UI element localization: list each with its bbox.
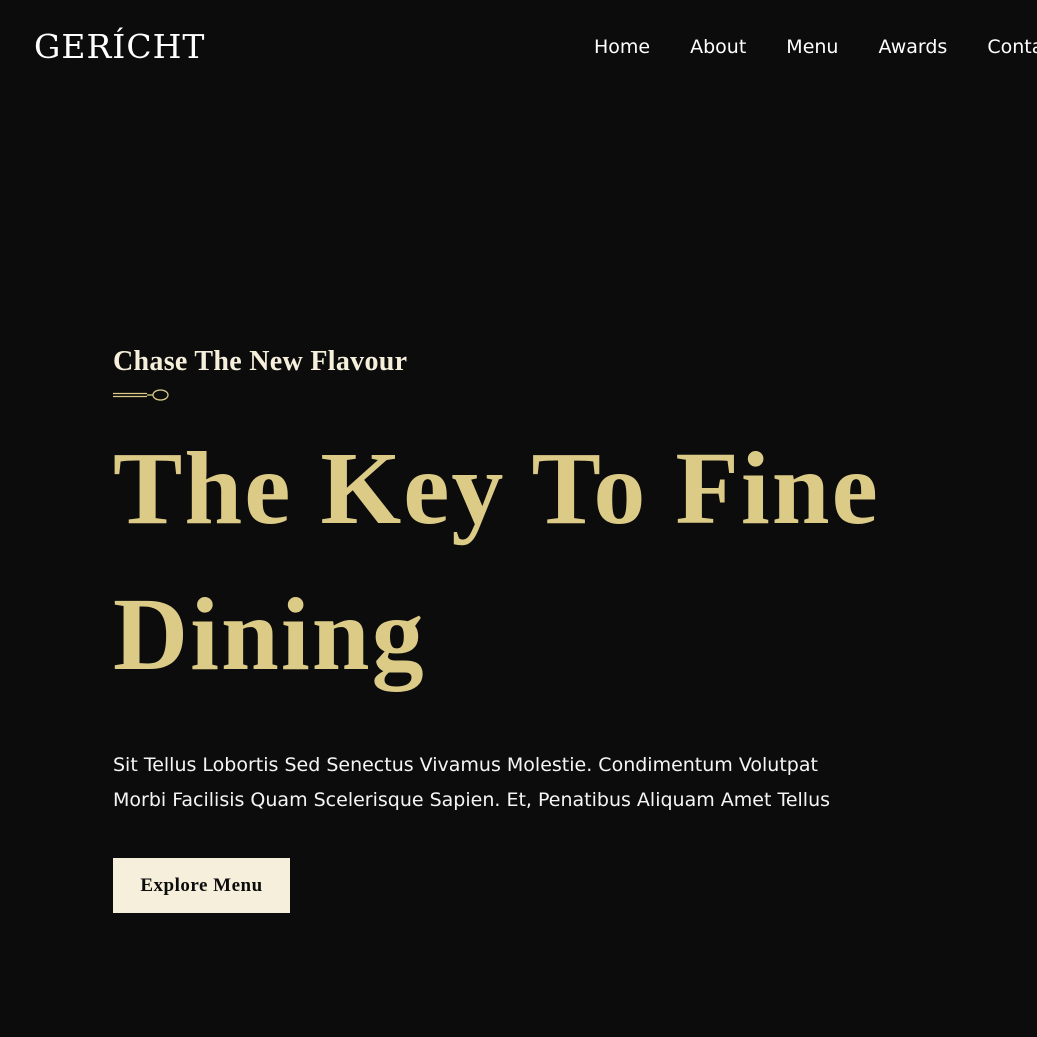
landing-page: GERÍCHT Home About Menu Awards Contact C… xyxy=(0,0,1037,1037)
nav-item-awards[interactable]: Awards xyxy=(878,33,947,61)
hero-description-line1: Sit Tellus Lobortis Sed Senectus Vivamus… xyxy=(113,754,818,776)
hero-title: The Key To Fine Dining xyxy=(113,416,993,708)
nav-item-about[interactable]: About xyxy=(690,33,746,61)
hero-subtitle: Chase The New Flavour xyxy=(113,346,408,377)
hero-title-line2: Dining xyxy=(113,577,426,692)
spoon-icon xyxy=(113,389,169,401)
main-nav: Home About Menu Awards Contact xyxy=(594,33,1037,61)
explore-menu-button[interactable]: Explore Menu xyxy=(113,858,290,913)
hero-title-line1: The Key To Fine xyxy=(113,431,880,546)
nav-item-menu[interactable]: Menu xyxy=(786,33,838,61)
hero-section: Chase The New Flavour The Key To Fine Di… xyxy=(113,340,993,913)
nav-item-contact[interactable]: Contact xyxy=(987,33,1037,61)
nav-item-home[interactable]: Home xyxy=(594,33,650,61)
hero-description-line2: Morbi Facilisis Quam Scelerisque Sapien.… xyxy=(113,789,831,811)
hero-description: Sit Tellus Lobortis Sed Senectus Vivamus… xyxy=(113,748,903,818)
brand-logo[interactable]: GERÍCHT xyxy=(34,24,205,70)
